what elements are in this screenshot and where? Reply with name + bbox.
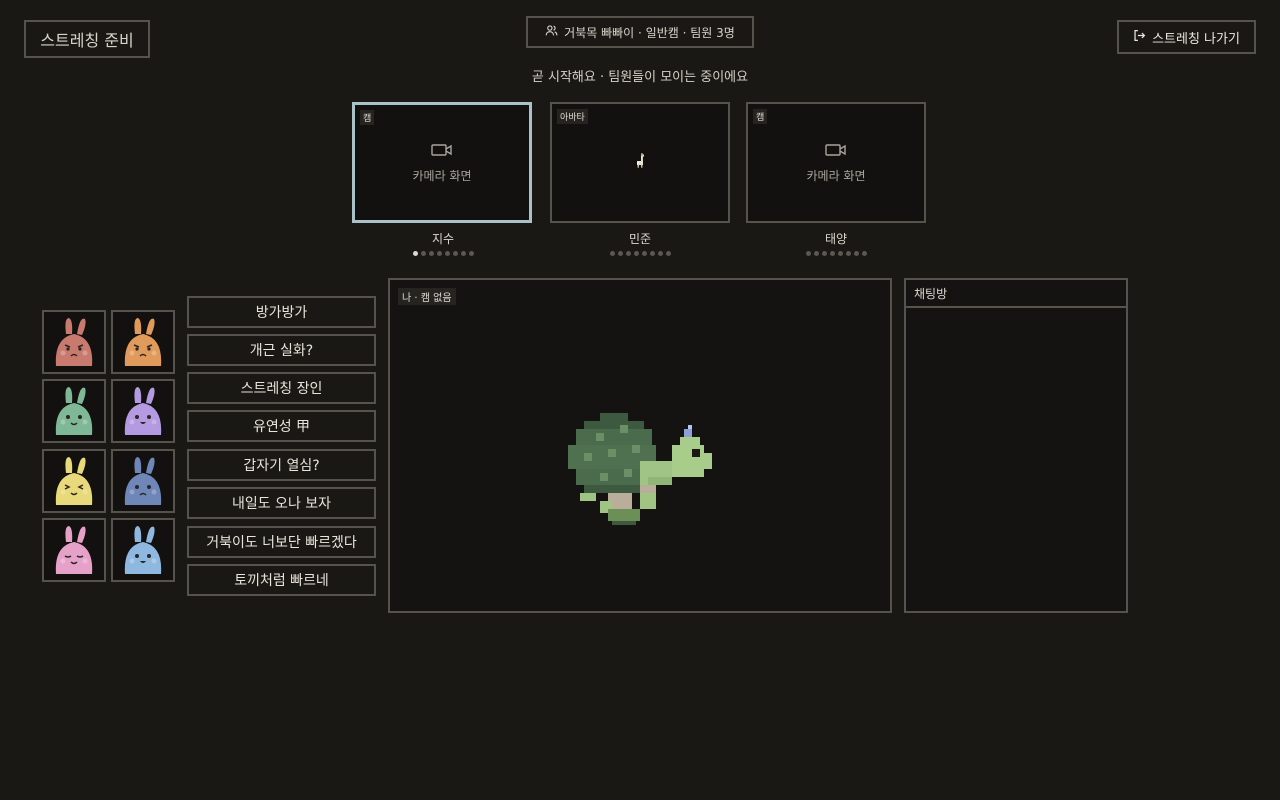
bunny-avatar-icon xyxy=(55,318,93,366)
team-info-badge: 거북목 빠빠이 · 일반캠 · 팀원 3명 xyxy=(526,16,754,48)
page-title-text: 스트레칭 준비 xyxy=(40,31,134,50)
chat-panel: 채팅방 xyxy=(904,278,1128,613)
message-button-6[interactable]: 내일도 오나 보자 xyxy=(187,487,376,519)
message-button-4[interactable]: 유연성 甲 xyxy=(187,410,376,442)
chat-title: 채팅방 xyxy=(914,286,948,301)
progress-dots xyxy=(746,251,926,256)
exit-button[interactable]: 스트레칭 나가기 xyxy=(1117,20,1256,54)
message-button-5[interactable]: 갑자기 열심? xyxy=(187,449,376,481)
participant-name: 지수 xyxy=(431,232,455,246)
bunny-avatar-icon xyxy=(124,526,162,574)
message-button-3[interactable]: 스트레칭 장인 xyxy=(187,372,376,404)
participant-tile-1[interactable]: 캠 카메라 화면 xyxy=(352,102,532,223)
camera-placeholder: 카메라 화면 xyxy=(806,168,866,183)
bunny-avatar-icon xyxy=(55,526,93,574)
avatar-option-2[interactable] xyxy=(111,310,175,374)
users-icon xyxy=(545,24,558,40)
status-text: 곧 시작해요 · 팀원들이 모이는 중이에요 xyxy=(531,70,749,85)
llama-avatar-icon xyxy=(629,153,651,172)
avatar-option-3[interactable] xyxy=(42,379,106,443)
participant-tile-3[interactable]: 캠 카메라 화면 xyxy=(746,102,926,223)
avatar-option-5[interactable] xyxy=(42,449,106,513)
message-button-7[interactable]: 거북이도 너보단 빠르겠다 xyxy=(187,526,376,558)
page-title: 스트레칭 준비 xyxy=(24,20,150,58)
chat-header: 채팅방 xyxy=(906,280,1126,308)
camera-placeholder: 카메라 화면 xyxy=(412,168,472,183)
self-view-tag: 나 · 캠 없음 xyxy=(398,288,456,305)
message-button-8[interactable]: 토끼처럼 빠르네 xyxy=(187,564,376,596)
bunny-avatar-icon xyxy=(124,457,162,505)
participant-tile-2[interactable]: 아바타 xyxy=(550,102,730,223)
video-camera-icon xyxy=(431,142,453,161)
bunny-avatar-icon xyxy=(55,387,93,435)
message-button-2[interactable]: 개근 실화? xyxy=(187,334,376,366)
team-info-text: 거북목 빠빠이 · 일반캠 · 팀원 3명 xyxy=(564,25,735,40)
turtle-avatar-icon xyxy=(568,413,712,529)
progress-dots xyxy=(353,251,533,256)
participant-name: 민준 xyxy=(628,232,652,246)
logout-icon xyxy=(1133,29,1146,46)
avatar-option-1[interactable] xyxy=(42,310,106,374)
avatar-option-4[interactable] xyxy=(111,379,175,443)
exit-button-label: 스트레칭 나가기 xyxy=(1152,31,1240,47)
video-camera-icon xyxy=(825,142,847,161)
avatar-option-7[interactable] xyxy=(42,518,106,582)
bunny-avatar-icon xyxy=(55,457,93,505)
participant-name: 태양 xyxy=(824,232,848,246)
message-button-1[interactable]: 방가방가 xyxy=(187,296,376,328)
bunny-avatar-icon xyxy=(124,387,162,435)
bunny-avatar-icon xyxy=(124,318,162,366)
avatar-option-8[interactable] xyxy=(111,518,175,582)
progress-dots xyxy=(550,251,730,256)
avatar-option-6[interactable] xyxy=(111,449,175,513)
